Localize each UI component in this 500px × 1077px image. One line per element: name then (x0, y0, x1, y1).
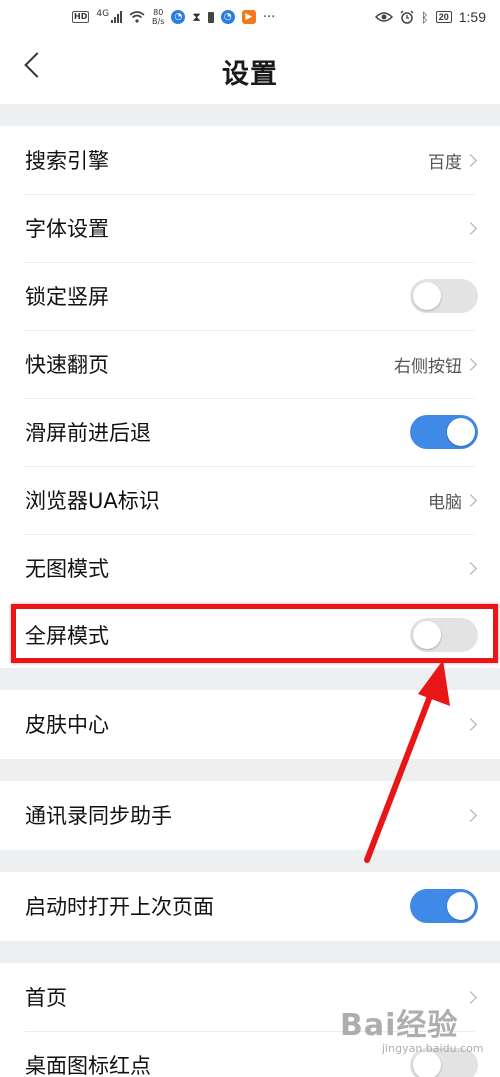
annotation-arrow (364, 660, 450, 863)
watermark: Bai经验 jingyan.baidu.com (340, 1000, 490, 1062)
watermark-main: Bai经验 (340, 1008, 459, 1043)
watermark-sub: jingyan.baidu.com (382, 1042, 484, 1055)
